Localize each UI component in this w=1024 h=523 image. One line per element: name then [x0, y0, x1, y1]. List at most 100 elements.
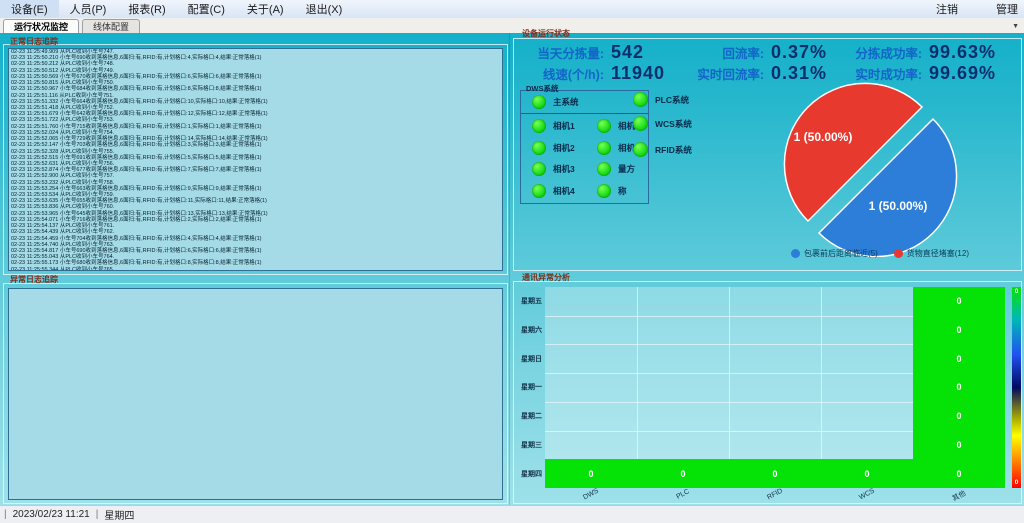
heatmap-cell: 0 — [913, 402, 1005, 431]
legend-label: 包裹前后距离临近(5) — [804, 248, 878, 259]
status-led — [532, 119, 546, 133]
stat-col-success: 分拣成功率: 99.63% 实时成功率: 99.69% — [818, 42, 996, 84]
colorbar-top-label: 0 — [1012, 288, 1021, 295]
stat-row: 当天分拣量: 542 — [518, 42, 665, 63]
status-led — [633, 142, 648, 157]
tab-active[interactable]: 运行状况监控 — [3, 19, 79, 33]
system-row: PLC系统 — [633, 92, 689, 107]
heatmap-cell: 0 — [729, 459, 821, 488]
stat-value: 99.63% — [929, 42, 996, 63]
stat-label: 线速(个/h): — [518, 64, 604, 83]
stat-label: 回流率: — [668, 43, 764, 62]
status-led — [532, 162, 546, 176]
menu-item[interactable]: 退出(X) — [295, 0, 354, 18]
menu-item[interactable]: 人员(P) — [59, 0, 118, 18]
heatmap-gridline — [821, 287, 822, 488]
status-led — [597, 141, 611, 155]
heatmap-col-label: WCS — [858, 488, 876, 502]
system-label: PLC系统 — [655, 94, 689, 106]
heatmap-row-label: 星期六 — [508, 316, 542, 345]
tab-inactive[interactable]: 线体配置 — [82, 19, 140, 33]
heatmap-row-label: 星期一 — [508, 373, 542, 402]
tabs: 运行状况监控线体配置 — [0, 19, 140, 33]
stat-row: 分拣成功率: 99.63% — [818, 42, 996, 63]
stat-value: 99.69% — [929, 63, 996, 84]
stat-row: 实时成功率: 99.69% — [818, 63, 996, 84]
device-status-title: 设备运行状态 — [522, 28, 570, 39]
dws-item-row: 量方 — [597, 162, 635, 176]
heatmap-col-label: PLC — [675, 488, 690, 501]
stat-row: 回流率:0.37% — [668, 42, 827, 63]
legend-dot-icon — [894, 249, 903, 258]
normal-log-title: 正常日志追踪 — [10, 36, 58, 47]
comm-heatmap: 00000000000 0 0 星期五星期六星期日星期一星期二星期三星期四DWS… — [508, 287, 1024, 503]
heatmap-cell: 0 — [637, 459, 729, 488]
status-led — [633, 116, 648, 131]
heatmap-row-label: 星期五 — [508, 287, 542, 316]
pie-legend: 包裹前后距离临近(5) 货物直径堵塞(12) — [760, 248, 1000, 259]
comm-analysis-title: 通讯异常分析 — [522, 272, 570, 283]
status-led — [532, 184, 546, 198]
dws-item-row: 称 — [597, 184, 627, 198]
heatmap-cell: 0 — [913, 287, 1005, 316]
legend-label: 货物直径堵塞(12) — [907, 248, 969, 259]
menu-items: 设备(E)人员(P)报表(R)配置(C)关于(A)退出(X) — [0, 0, 353, 18]
legend-dot-icon — [791, 249, 800, 258]
menu-right: 注销 管理 — [932, 0, 1024, 18]
dws-box-title: DWS系统 — [526, 83, 559, 94]
stat-label: 实时成功率: — [818, 64, 922, 83]
stat-label: 当天分拣量: — [518, 43, 604, 62]
abnormal-log-list[interactable] — [8, 288, 503, 500]
heatmap-gridline — [729, 287, 730, 488]
heatmap-colorbar — [1012, 287, 1021, 488]
dws-item-label: 相机4 — [553, 185, 575, 197]
tab-bar: 运行状况监控线体配置 ▼ — [0, 18, 1024, 33]
heatmap-cell: 0 — [545, 459, 637, 488]
chevron-down-icon[interactable]: ▼ — [1012, 23, 1024, 33]
heatmap-cell: 0 — [913, 431, 1005, 460]
dws-item-row: 相机3 — [532, 162, 575, 176]
status-led — [597, 184, 611, 198]
heatmap-col-label: DWS — [582, 488, 600, 502]
menu-right-item[interactable]: 注销 — [932, 0, 962, 18]
heatmap-row-label: 星期日 — [508, 344, 542, 373]
app-window: 设备(E)人员(P)报表(R)配置(C)关于(A)退出(X) 注销 管理 运行状况… — [0, 0, 1024, 523]
normal-log-list[interactable]: 02-23 11:25:49.909 从PLC收到小车号747.02-23 11… — [8, 48, 503, 271]
log-line: 02-23 11:25:55.344 从PLC收到小车号765. — [9, 267, 502, 271]
menu-right-item[interactable]: 管理 — [992, 0, 1022, 18]
stat-row: 实时回流率:0.31% — [668, 63, 827, 84]
heatmap-cell: 0 — [821, 459, 913, 488]
pie-label-red: 1 (50.00%) — [794, 130, 853, 144]
status-led — [597, 162, 611, 176]
pie-svg — [740, 82, 1010, 257]
heatmap-col-label: 其他 — [950, 488, 967, 503]
abnormal-log-title: 异常日志追踪 — [10, 274, 58, 285]
stat-value: 542 — [611, 42, 644, 63]
heatmap-col-label: RFID — [766, 488, 784, 502]
heatmap-cell: 0 — [913, 344, 1005, 373]
stat-col-reflow: 回流率:0.37%实时回流率:0.31% — [668, 42, 827, 84]
heatmap-plot: 00000000000 — [545, 287, 1005, 488]
menu-item[interactable]: 设备(E) — [0, 0, 59, 18]
pie-legend-item: 包裹前后距离临近(5) — [791, 248, 878, 259]
status-weekday: 星期四 — [104, 507, 134, 522]
system-label: WCS系统 — [655, 118, 692, 130]
pie-legend-item: 货物直径堵塞(12) — [894, 248, 969, 259]
dws-main-label: 主系统 — [553, 96, 579, 108]
menu-item[interactable]: 关于(A) — [236, 0, 295, 18]
menu-item[interactable]: 配置(C) — [177, 0, 236, 18]
status-led — [532, 141, 546, 155]
status-bar: | 2023/02/23 11:21 | 星期四 — [0, 505, 1024, 523]
system-label: RFID系统 — [655, 144, 692, 156]
stat-label: 分拣成功率: — [818, 43, 922, 62]
stat-col-volume: 当天分拣量:542线速(个/h):11940 — [518, 42, 665, 84]
status-led-main — [532, 95, 546, 109]
heatmap-cell: 0 — [913, 459, 1005, 488]
menu-item[interactable]: 报表(R) — [117, 0, 176, 18]
heatmap-gridline — [637, 287, 638, 488]
heatmap-row-label: 星期四 — [508, 459, 542, 488]
heatmap-cell: 0 — [913, 373, 1005, 402]
heatmap-row-label: 星期二 — [508, 402, 542, 431]
dws-main-row: 主系统 — [532, 95, 579, 109]
system-row: WCS系统 — [633, 116, 692, 131]
